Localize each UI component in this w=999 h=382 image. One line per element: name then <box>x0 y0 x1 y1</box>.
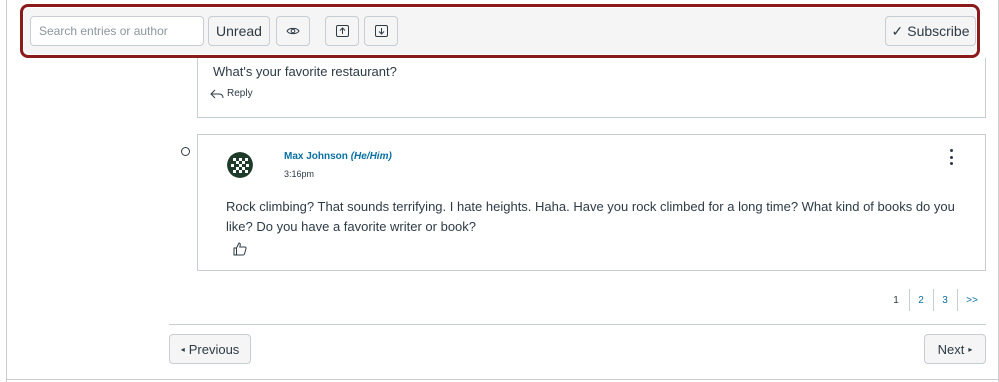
entry-timestamp: 3:16pm <box>284 169 315 179</box>
reply-entry-text: What's your favorite restaurant? <box>213 64 397 79</box>
next-pages-link[interactable]: >> <box>960 289 984 311</box>
discussion-entry-card: Max Johnson (He/Him) 3:16pm Rock climbin… <box>197 134 986 271</box>
page-1[interactable]: 1 <box>884 289 908 311</box>
more-options-icon[interactable] <box>947 149 955 165</box>
reply-entry-card: What's your favorite restaurant? Reply <box>197 58 986 118</box>
like-button[interactable] <box>233 242 247 261</box>
author-name-link[interactable]: Max Johnson (He/Him) <box>284 151 392 162</box>
next-arrow-icon: ▸ <box>968 344 973 354</box>
avatar[interactable] <box>227 152 253 178</box>
page-2-link[interactable]: 2 <box>909 289 933 311</box>
page-3-link[interactable]: 3 <box>933 289 957 311</box>
page-separator <box>957 289 958 311</box>
frame-border-bottom <box>6 379 999 380</box>
author-pronouns: (He/Him) <box>350 151 392 162</box>
next-label: Next <box>937 341 965 357</box>
entry-message: Rock climbing? That sounds terrifying. I… <box>226 199 955 234</box>
author-name: Max Johnson <box>284 151 348 162</box>
thumbs-up-icon <box>233 242 247 256</box>
frame-border-left <box>6 0 7 382</box>
unread-indicator[interactable] <box>181 147 190 156</box>
reply-button[interactable]: Reply <box>210 88 253 99</box>
previous-arrow-icon: ◂ <box>180 344 185 354</box>
previous-button[interactable]: ◂ Previous <box>169 334 251 364</box>
focus-highlight-outline <box>20 4 980 58</box>
previous-label: Previous <box>188 341 240 357</box>
reply-label: Reply <box>227 88 253 99</box>
next-button[interactable]: Next ▸ <box>924 334 986 364</box>
divider <box>169 324 986 325</box>
reply-arrow-icon <box>210 89 224 98</box>
discussion-page: Unread ✓ Subscribe What's your <box>0 0 999 382</box>
avatar-pattern-icon <box>227 152 253 178</box>
